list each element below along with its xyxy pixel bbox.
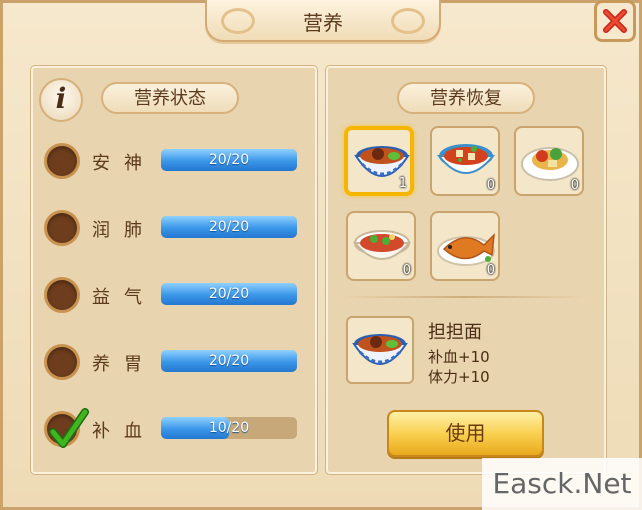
stat-status-circle: [44, 344, 80, 380]
close-button[interactable]: [594, 0, 636, 42]
stat-status-circle: [44, 143, 80, 179]
stat-status-circle: [44, 408, 89, 448]
checkmark-icon: [49, 408, 89, 448]
stat-status-circle: [44, 210, 80, 246]
item-count: 0: [570, 178, 579, 193]
title-plaque: 营养: [205, 0, 441, 42]
use-button[interactable]: 使用: [387, 410, 544, 457]
close-icon: [603, 9, 627, 33]
item-count: 0: [402, 263, 411, 278]
stat-value-text: 10/20: [208, 420, 250, 436]
stat-value-text: 20/20: [208, 152, 250, 168]
info-icon[interactable]: i: [39, 78, 83, 122]
stat-value-text: 20/20: [208, 353, 250, 369]
stat-name: 补血: [92, 421, 156, 442]
food-item-slot[interactable]: 0: [430, 126, 500, 196]
stat-status-circle: [44, 277, 80, 313]
food-item-slot[interactable]: 1: [344, 126, 414, 196]
item-count: 0: [486, 178, 495, 193]
selected-item-name: 担担面: [428, 322, 482, 343]
stat-value-text: 20/20: [208, 286, 250, 302]
stat-row: 补血 10/20: [44, 408, 304, 451]
stat-name: 益气: [92, 287, 156, 308]
stat-value-text: 20/20: [208, 219, 250, 235]
item-count: 1: [398, 176, 407, 191]
stat-progress-bar: 20/20: [161, 216, 297, 238]
dandan-noodle-bowl-icon: [352, 334, 408, 365]
stat-name: 润肺: [92, 220, 156, 241]
stat-name: 安神: [92, 153, 156, 174]
stat-progress-bar: 20/20: [161, 149, 297, 171]
stat-row: 养胃 20/20: [44, 344, 304, 384]
recovery-panel-title: 营养恢复: [397, 82, 535, 114]
stat-row: 安神 20/20: [44, 143, 304, 183]
divider: [340, 296, 588, 298]
item-effect-line: 补血+10: [428, 348, 490, 366]
stat-row: 润肺 20/20: [44, 210, 304, 250]
item-effect-line: 体力+10: [428, 368, 490, 386]
selected-item-icon: [346, 316, 414, 384]
watermark: Easck.Net: [482, 458, 642, 510]
item-count: 0: [486, 263, 495, 278]
food-item-slot[interactable]: 0: [346, 211, 416, 281]
stat-progress-bar: 20/20: [161, 283, 297, 305]
food-item-slot[interactable]: 0: [514, 126, 584, 196]
stat-row: 益气 20/20: [44, 277, 304, 317]
stat-name: 养胃: [92, 354, 156, 375]
window-title: 营养: [303, 11, 343, 35]
status-panel-title: 营养状态: [101, 82, 239, 114]
food-item-slot[interactable]: 0: [430, 211, 500, 281]
stat-progress-bar: 10/20: [161, 417, 297, 439]
stat-progress-bar: 20/20: [161, 350, 297, 372]
